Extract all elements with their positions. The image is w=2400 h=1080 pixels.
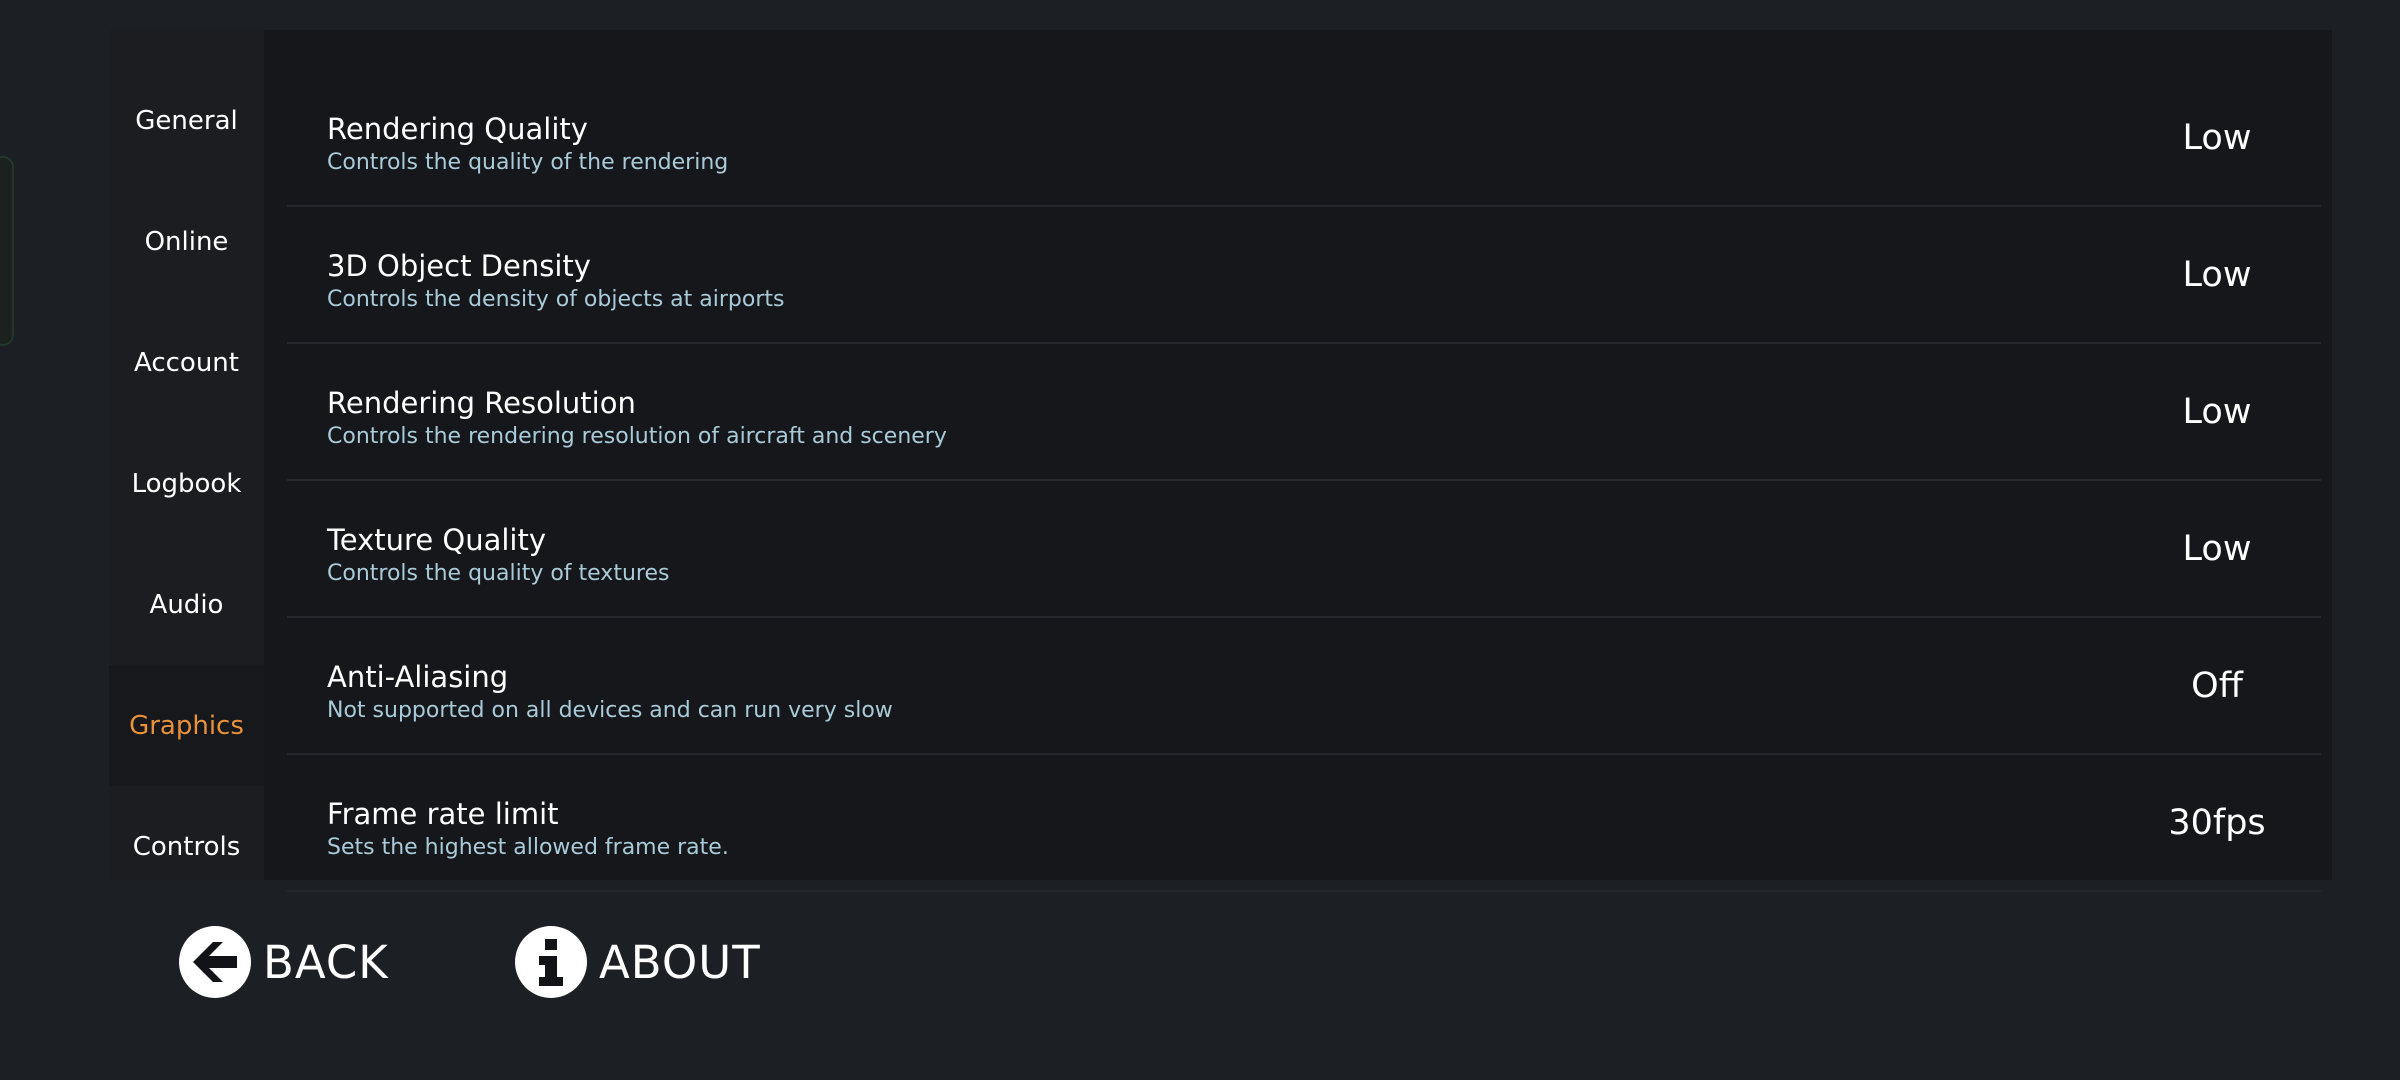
setting-row-anti-aliasing[interactable]: Anti-Aliasing Not supported on all devic… <box>287 618 2321 755</box>
setting-title: Rendering Quality <box>327 112 588 146</box>
settings-sidebar: General Online Account Logbook Audio Gra… <box>109 30 264 880</box>
sidebar-item-label: Controls <box>132 831 241 862</box>
sidebar-item-controls[interactable]: Controls <box>109 786 264 907</box>
back-label: BACK <box>263 935 389 989</box>
setting-title: Rendering Resolution <box>327 386 636 420</box>
sidebar-item-label: Logbook <box>131 468 242 499</box>
setting-value[interactable]: Low <box>2147 118 2287 158</box>
settings-list: Rendering Quality Controls the quality o… <box>287 30 2321 892</box>
setting-title: Texture Quality <box>327 523 547 557</box>
setting-row-3d-object-density[interactable]: 3D Object Density Controls the density o… <box>287 207 2321 344</box>
setting-value[interactable]: Low <box>2147 529 2287 569</box>
about-button[interactable]: ABOUT <box>515 926 761 998</box>
sidebar-item-audio[interactable]: Audio <box>109 544 264 665</box>
setting-description: Controls the quality of the rendering <box>327 150 729 175</box>
settings-panel: General Online Account Logbook Audio Gra… <box>109 30 2332 892</box>
sidebar-item-label: General <box>135 105 238 136</box>
setting-description: Controls the rendering resolution of air… <box>327 424 947 449</box>
sidebar-item-label: Account <box>134 347 239 378</box>
setting-description: Controls the density of objects at airpo… <box>327 287 785 312</box>
setting-value[interactable]: 30fps <box>2147 803 2287 843</box>
setting-value[interactable]: Low <box>2147 255 2287 295</box>
setting-value[interactable]: Off <box>2147 666 2287 706</box>
side-drawer-edge[interactable] <box>0 156 14 346</box>
sidebar-item-graphics[interactable]: Graphics <box>109 665 264 786</box>
setting-description: Sets the highest allowed frame rate. <box>327 835 729 860</box>
info-circle-icon <box>515 926 587 998</box>
setting-row-frame-rate-limit[interactable]: Frame rate limit Sets the highest allowe… <box>287 755 2321 892</box>
sidebar-item-label: Online <box>144 226 229 257</box>
sidebar-item-account[interactable]: Account <box>109 302 264 423</box>
setting-title: Anti-Aliasing <box>327 660 509 694</box>
arrow-left-circle-icon <box>179 926 251 998</box>
sidebar-item-general[interactable]: General <box>109 60 264 181</box>
sidebar-item-label: Graphics <box>129 710 244 741</box>
setting-value[interactable]: Low <box>2147 392 2287 432</box>
sidebar-item-online[interactable]: Online <box>109 181 264 302</box>
setting-row-texture-quality[interactable]: Texture Quality Controls the quality of … <box>287 481 2321 618</box>
setting-row-rendering-resolution[interactable]: Rendering Resolution Controls the render… <box>287 344 2321 481</box>
back-button[interactable]: BACK <box>179 926 389 998</box>
sidebar-item-logbook[interactable]: Logbook <box>109 423 264 544</box>
setting-description: Not supported on all devices and can run… <box>327 698 893 723</box>
setting-description: Controls the quality of textures <box>327 561 670 586</box>
setting-title: 3D Object Density <box>327 249 591 283</box>
setting-row-rendering-quality[interactable]: Rendering Quality Controls the quality o… <box>287 70 2321 207</box>
about-label: ABOUT <box>599 935 761 989</box>
setting-title: Frame rate limit <box>327 797 559 831</box>
sidebar-item-label: Audio <box>149 589 224 620</box>
